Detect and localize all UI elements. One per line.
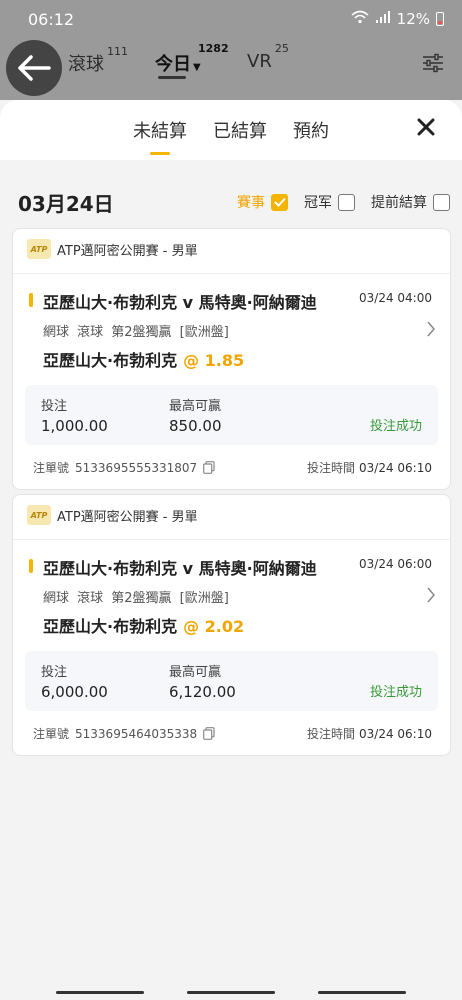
stake-box: 投注 1,000.00 最高可贏 850.00 投注成功 xyxy=(25,385,438,445)
order-value: 5133695464035338 xyxy=(75,726,198,741)
status-bar: 06:12 12% xyxy=(0,0,462,38)
copy-icon[interactable] xyxy=(203,461,215,474)
signal-icon xyxy=(375,10,391,28)
market-info: 網球 滾球 第2盤獨贏 [歐洲盤] xyxy=(43,325,229,340)
match-name: 亞歷山大·布勃利克 v 馬特奧·阿納爾迪 xyxy=(43,559,317,578)
odds: @ 1.85 xyxy=(183,351,245,370)
tab-unsettled[interactable]: 未結算 xyxy=(133,117,187,143)
bet-time: 投注時間 03/24 06:10 xyxy=(307,725,432,742)
match-marker xyxy=(29,559,33,573)
arrow-left-icon xyxy=(18,55,51,81)
chevron-right-icon[interactable] xyxy=(426,321,436,337)
order-value: 5133695555331807 xyxy=(75,460,198,475)
bet-card[interactable]: ATP ATP邁阿密公開賽 - 男單 亞歷山大·布勃利克 v 馬特奧·阿納爾迪 … xyxy=(12,494,451,756)
date-title: 03月24日 xyxy=(18,191,114,216)
nav-home[interactable] xyxy=(187,991,275,994)
sheet-tabs: 未結算 已結算 預約 xyxy=(0,100,462,160)
max-win-label: 最高可贏 xyxy=(169,665,222,680)
battery-percent: 12% xyxy=(396,10,430,28)
atp-logo-icon: ATP xyxy=(27,505,51,525)
bet-time-value: 03/24 06:10 xyxy=(359,727,432,741)
stake-label: 投注 xyxy=(41,399,68,414)
order-number: 注單號 5133695555331807 xyxy=(33,459,215,476)
status-time: 06:12 xyxy=(28,9,75,29)
pick-name: 亞歷山大·布勃利克 xyxy=(43,351,178,370)
tab-vr[interactable]: VR25 xyxy=(247,42,289,72)
checkbox-icon[interactable] xyxy=(338,193,355,211)
bet-card[interactable]: ATP ATP邁阿密公開賽 - 男單 亞歷山大·布勃利克 v 馬特奧·阿納爾迪 … xyxy=(12,228,451,490)
settings-sliders-icon[interactable] xyxy=(422,52,444,74)
bet-time: 投注時間 03/24 06:10 xyxy=(307,459,432,476)
filter-events-label: 賽事 xyxy=(237,195,265,211)
league-name: ATP邁阿密公開賽 - 男單 xyxy=(57,509,198,525)
stake-value: 6,000.00 xyxy=(41,683,108,701)
bet-status: 投注成功 xyxy=(369,685,422,700)
stake-label: 投注 xyxy=(41,665,68,680)
match-time: 03/24 06:00 xyxy=(359,557,432,571)
odds: @ 2.02 xyxy=(183,617,245,636)
filter-early-settle-label: 提前結算 xyxy=(371,195,427,211)
bet-time-label: 投注時間 xyxy=(307,461,356,475)
checkbox-checked-icon[interactable] xyxy=(271,193,288,211)
date-filter-row: 03月24日 賽事 冠军 提前結算 xyxy=(18,188,450,216)
system-nav-bar xyxy=(0,988,462,1000)
atp-logo-icon: ATP xyxy=(27,239,51,259)
filter-early-settle[interactable]: 提前結算 xyxy=(371,192,450,212)
league-name: ATP邁阿密公開賽 - 男單 xyxy=(57,243,198,259)
max-win-value: 850.00 xyxy=(169,417,222,435)
bet-status: 投注成功 xyxy=(369,419,422,434)
divider xyxy=(13,273,450,274)
chevron-right-icon[interactable] xyxy=(426,587,436,603)
nav-recents[interactable] xyxy=(56,991,144,994)
caret-down-icon: ▼ xyxy=(193,62,201,73)
wifi-icon xyxy=(351,10,369,28)
max-win-value: 6,120.00 xyxy=(169,683,236,701)
tab-settled[interactable]: 已結算 xyxy=(213,117,267,143)
tab-vr-label: VR xyxy=(247,51,272,72)
tab-live-count: 111 xyxy=(107,45,128,58)
battery-icon xyxy=(436,12,444,26)
copy-icon[interactable] xyxy=(203,727,215,740)
stake-value: 1,000.00 xyxy=(41,417,108,435)
tab-today-label: 今日 xyxy=(155,54,191,75)
bet-records-sheet: 未結算 已結算 預約 03月24日 賽事 冠军 提前結算 ATP ATP邁阿密公… xyxy=(0,100,462,1000)
order-label: 注單號 xyxy=(33,727,70,741)
tab-reserved[interactable]: 預約 xyxy=(293,117,329,143)
filter-outright-label: 冠军 xyxy=(304,195,332,211)
match-name: 亞歷山大·布勃利克 v 馬特奧·阿納爾迪 xyxy=(43,293,317,312)
order-label: 注單號 xyxy=(33,461,70,475)
league-header: ATP ATP邁阿密公開賽 - 男單 xyxy=(27,505,198,525)
nav-back[interactable] xyxy=(318,991,406,994)
bet-pick: 亞歷山大·布勃利克 @ 1.85 xyxy=(43,347,244,371)
stake-box: 投注 6,000.00 最高可贏 6,120.00 投注成功 xyxy=(25,651,438,711)
back-button[interactable] xyxy=(6,40,62,96)
tab-today[interactable]: 今日 ▼ 1282 xyxy=(155,42,229,76)
bet-time-label: 投注時間 xyxy=(307,727,356,741)
filter-events[interactable]: 賽事 xyxy=(237,192,288,212)
bet-time-value: 03/24 06:10 xyxy=(359,461,432,475)
bet-pick: 亞歷山大·布勃利克 @ 2.02 xyxy=(43,613,244,637)
close-icon[interactable] xyxy=(416,117,436,137)
filter-group: 賽事 冠军 提前結算 xyxy=(237,192,450,212)
league-header: ATP ATP邁阿密公開賽 - 男單 xyxy=(27,239,198,259)
tab-live[interactable]: 滾球111 xyxy=(68,45,128,76)
tab-today-count: 1282 xyxy=(198,42,229,55)
filter-outright[interactable]: 冠军 xyxy=(304,192,355,212)
divider xyxy=(13,539,450,540)
checkbox-icon[interactable] xyxy=(433,193,450,211)
tab-live-label: 滾球 xyxy=(68,54,104,75)
match-marker xyxy=(29,293,33,307)
market-info: 網球 滾球 第2盤獨贏 [歐洲盤] xyxy=(43,591,229,606)
tab-today-underline xyxy=(158,76,186,79)
match-time: 03/24 04:00 xyxy=(359,291,432,305)
pick-name: 亞歷山大·布勃利克 xyxy=(43,617,178,636)
max-win-label: 最高可贏 xyxy=(169,399,222,414)
order-number: 注單號 5133695464035338 xyxy=(33,725,215,742)
tab-vr-count: 25 xyxy=(274,42,289,55)
